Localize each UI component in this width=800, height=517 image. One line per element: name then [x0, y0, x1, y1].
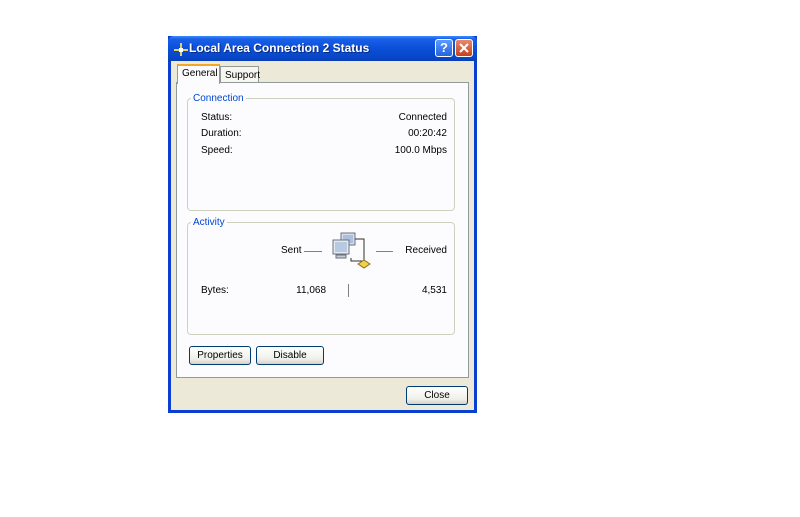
speed-value: 100.0 Mbps — [394, 145, 447, 156]
activity-legend: Activity — [191, 217, 227, 228]
network-computers-icon — [331, 231, 377, 271]
dialog-client: General Support Connection Status: Conne… — [171, 61, 474, 410]
duration-label: Duration: — [201, 128, 242, 139]
title-bar[interactable]: Local Area Connection 2 Status ? — [168, 36, 477, 61]
bytes-received-value: 4,531 — [421, 285, 447, 296]
network-connection-icon — [173, 41, 189, 57]
properties-button[interactable]: Properties — [189, 346, 251, 365]
sent-label: Sent — [281, 245, 302, 256]
received-label: Received — [405, 245, 447, 256]
sent-divider — [304, 251, 322, 252]
received-divider — [376, 251, 393, 252]
window-title: Local Area Connection 2 Status — [189, 41, 370, 55]
close-button[interactable]: Close — [406, 386, 468, 405]
activity-group — [187, 222, 455, 335]
close-icon — [459, 43, 469, 53]
duration-value: 00:20:42 — [408, 128, 447, 139]
bytes-label: Bytes: — [201, 285, 229, 296]
status-window: Local Area Connection 2 Status ? General… — [168, 36, 477, 413]
status-value: Connected — [398, 112, 447, 123]
help-button[interactable]: ? — [435, 39, 453, 57]
tab-support[interactable]: Support — [220, 66, 260, 83]
bytes-separator — [348, 284, 349, 297]
close-window-button[interactable] — [455, 39, 473, 57]
speed-label: Speed: — [201, 145, 233, 156]
bytes-sent-value: 11,068 — [296, 285, 326, 296]
disable-button[interactable]: Disable — [256, 346, 324, 365]
connection-legend: Connection — [191, 93, 246, 104]
tab-general[interactable]: General — [177, 64, 220, 84]
status-label: Status: — [201, 112, 233, 123]
